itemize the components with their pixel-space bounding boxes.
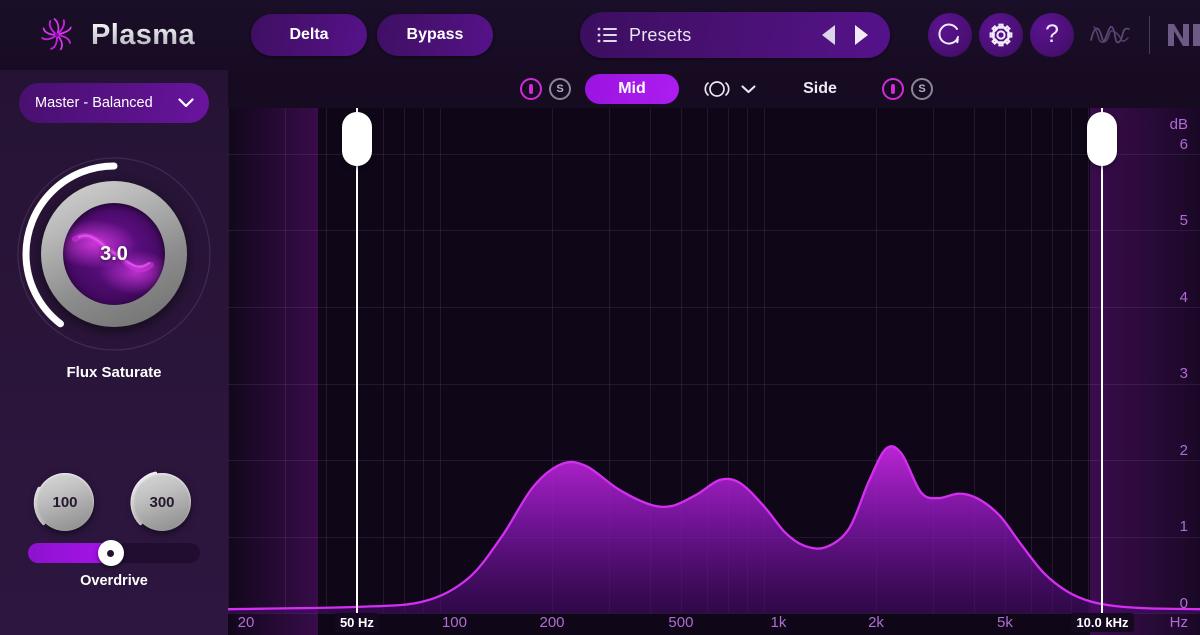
release-value: 300 [149,493,175,511]
plasma-spiral-logo-icon [41,18,72,51]
presets-nav [822,25,890,45]
spectrum-curve [228,445,1200,613]
attack-knob-body: 100 [36,473,94,531]
db-tick-label: 6 [1179,135,1188,153]
stereo-link-icon [704,81,730,97]
hz-axis-title: Hz [1169,614,1188,631]
app-title: Plasma [91,18,195,51]
mid-solo-button[interactable]: S [549,78,571,100]
next-preset-button[interactable] [855,25,868,45]
plugin-window: Plasma Delta Bypass Presets ? Master - B… [0,0,1200,635]
crossover-frequency-badge[interactable]: 10.0 kHz [1071,613,1134,632]
db-tick-label: 5 [1179,212,1188,230]
solo-icon: S [918,83,926,95]
hz-tick-label: 500 [668,614,694,631]
flux-saturate-knob[interactable]: 3.0 [14,154,214,354]
side-mute-button[interactable] [882,78,904,100]
help-button[interactable]: ? [1030,13,1074,57]
stereo-link-selector[interactable] [699,79,756,99]
release-knob-body: 300 [133,473,191,531]
hz-tick-label: 5k [997,614,1013,631]
undo-button[interactable] [928,13,972,57]
overdrive-slider-thumb[interactable] [97,540,124,566]
hz-tick-label: 100 [441,614,467,631]
knob-body: 3.0 [41,181,187,327]
crossover-divider-line[interactable] [355,108,358,613]
solo-icon: S [556,83,564,95]
question-mark-icon: ? [1045,19,1059,48]
side-solo-button[interactable]: S [911,78,933,100]
bypass-button[interactable]: Bypass [377,14,493,56]
flux-saturate-label: Flux Saturate [66,364,162,381]
preset-selector[interactable]: Master - Balanced [19,83,209,123]
chevron-down-icon [178,98,194,108]
overdrive-slider-track[interactable] [28,540,200,566]
overdrive-slider[interactable]: Overdrive [28,540,200,589]
preset-selector-label: Master - Balanced [35,95,153,111]
mute-icon [891,84,895,94]
top-toolbar: Plasma Delta Bypass Presets ? [0,0,1200,70]
overdrive-label: Overdrive [80,573,148,589]
brand-divider [1149,16,1150,54]
presets-bar[interactable]: Presets [580,12,890,58]
db-tick-label: 0 [1179,595,1188,612]
settings-button[interactable] [979,13,1023,57]
crossover-divider-line[interactable] [1101,108,1104,613]
mid-toggle[interactable]: Mid [585,74,679,104]
attack-knob[interactable]: 100 Attack [28,465,102,563]
hz-tick-label: 200 [539,614,565,631]
db-tick-label: 2 [1179,441,1188,459]
crossover-handle[interactable] [1087,112,1118,166]
hz-tick-label: 1k [770,614,787,631]
db-tick-label: 1 [1179,518,1188,536]
db-axis-title: dB [1169,116,1188,133]
mid-mute-button[interactable] [520,78,542,100]
app-logo: Plasma [36,14,195,56]
spectrum-analyzer[interactable]: 6543210 201002005001k2k5k10k50 Hz10.0 kH… [228,108,1200,635]
native-instruments-logo-icon [1168,24,1200,46]
prev-preset-button[interactable] [822,25,835,45]
hz-tick-label: 2k [868,614,884,631]
chevron-down-icon [741,84,756,93]
release-knob[interactable]: 300 Release [125,465,199,563]
channel-bar: S Mid Side S [228,70,1200,108]
crossover-frequency-badge[interactable]: 50 Hz [334,613,379,632]
crossover-handle[interactable] [341,112,372,166]
attack-value: 100 [52,493,78,511]
side-toggle[interactable]: Side [788,74,852,104]
undo-arrow-icon [938,23,959,45]
db-tick-label: 4 [1179,288,1188,306]
izotope-squiggle-logo-icon [1090,26,1130,44]
knob-value: 3.0 [100,242,128,265]
sidebar: Master - Balanced 3.0 Flux Saturate 100 … [0,70,228,635]
hz-tick-label: 20 [237,614,255,631]
brand-marks [1088,13,1200,57]
db-tick-label: 3 [1179,365,1188,383]
mute-icon [529,84,533,94]
knob-inner-display: 3.0 [63,203,165,305]
gear-icon [989,23,1013,47]
presets-label: Presets [629,24,692,45]
list-icon [597,27,617,43]
delta-button[interactable]: Delta [251,14,367,56]
